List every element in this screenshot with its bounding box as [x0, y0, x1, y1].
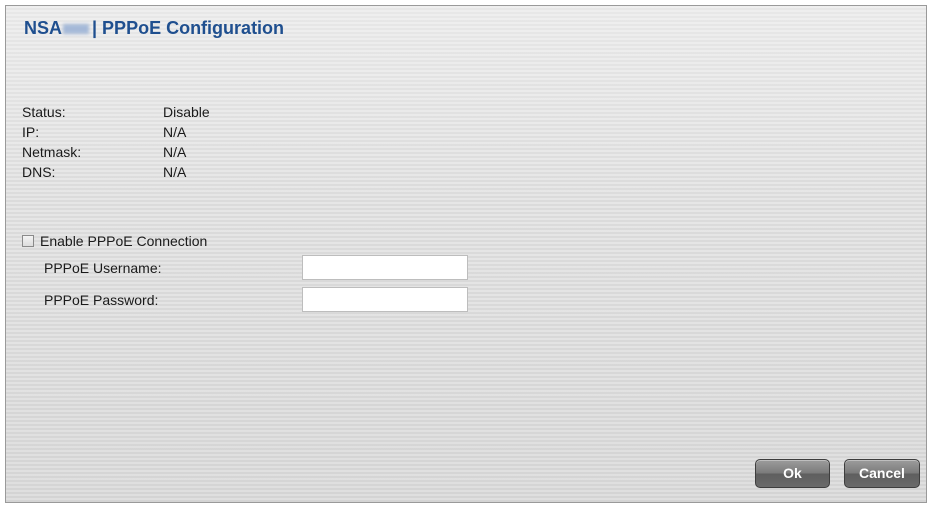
enable-pppoe-label[interactable]: Enable PPPoE Connection	[40, 233, 207, 249]
enable-pppoe-row[interactable]: Enable PPPoE Connection	[22, 233, 207, 249]
ip-label: IP:	[22, 124, 40, 140]
netmask-label: Netmask:	[22, 144, 82, 160]
ip-value: N/A	[163, 124, 187, 140]
ok-button[interactable]: Ok	[755, 459, 830, 488]
pppoe-username-input[interactable]	[302, 255, 468, 280]
cancel-button[interactable]: Cancel	[844, 459, 920, 488]
title-suffix: | PPPoE Configuration	[92, 18, 285, 38]
page-title: NSA | PPPoE Configuration	[24, 18, 284, 39]
status-label: Status:	[22, 104, 66, 120]
dns-label: DNS:	[22, 164, 56, 180]
pppoe-username-label: PPPoE Username:	[44, 260, 162, 276]
dns-value: N/A	[163, 164, 187, 180]
netmask-value: N/A	[163, 144, 187, 160]
status-value: Disable	[163, 104, 210, 120]
pppoe-config-dialog: NSA | PPPoE Configuration Status: Disable…	[5, 5, 927, 503]
pppoe-password-label: PPPoE Password:	[44, 292, 159, 308]
pppoe-password-input[interactable]	[302, 287, 468, 312]
model-number-redacted	[63, 24, 90, 35]
enable-pppoe-checkbox[interactable]	[22, 235, 34, 247]
title-prefix: NSA	[24, 18, 63, 38]
